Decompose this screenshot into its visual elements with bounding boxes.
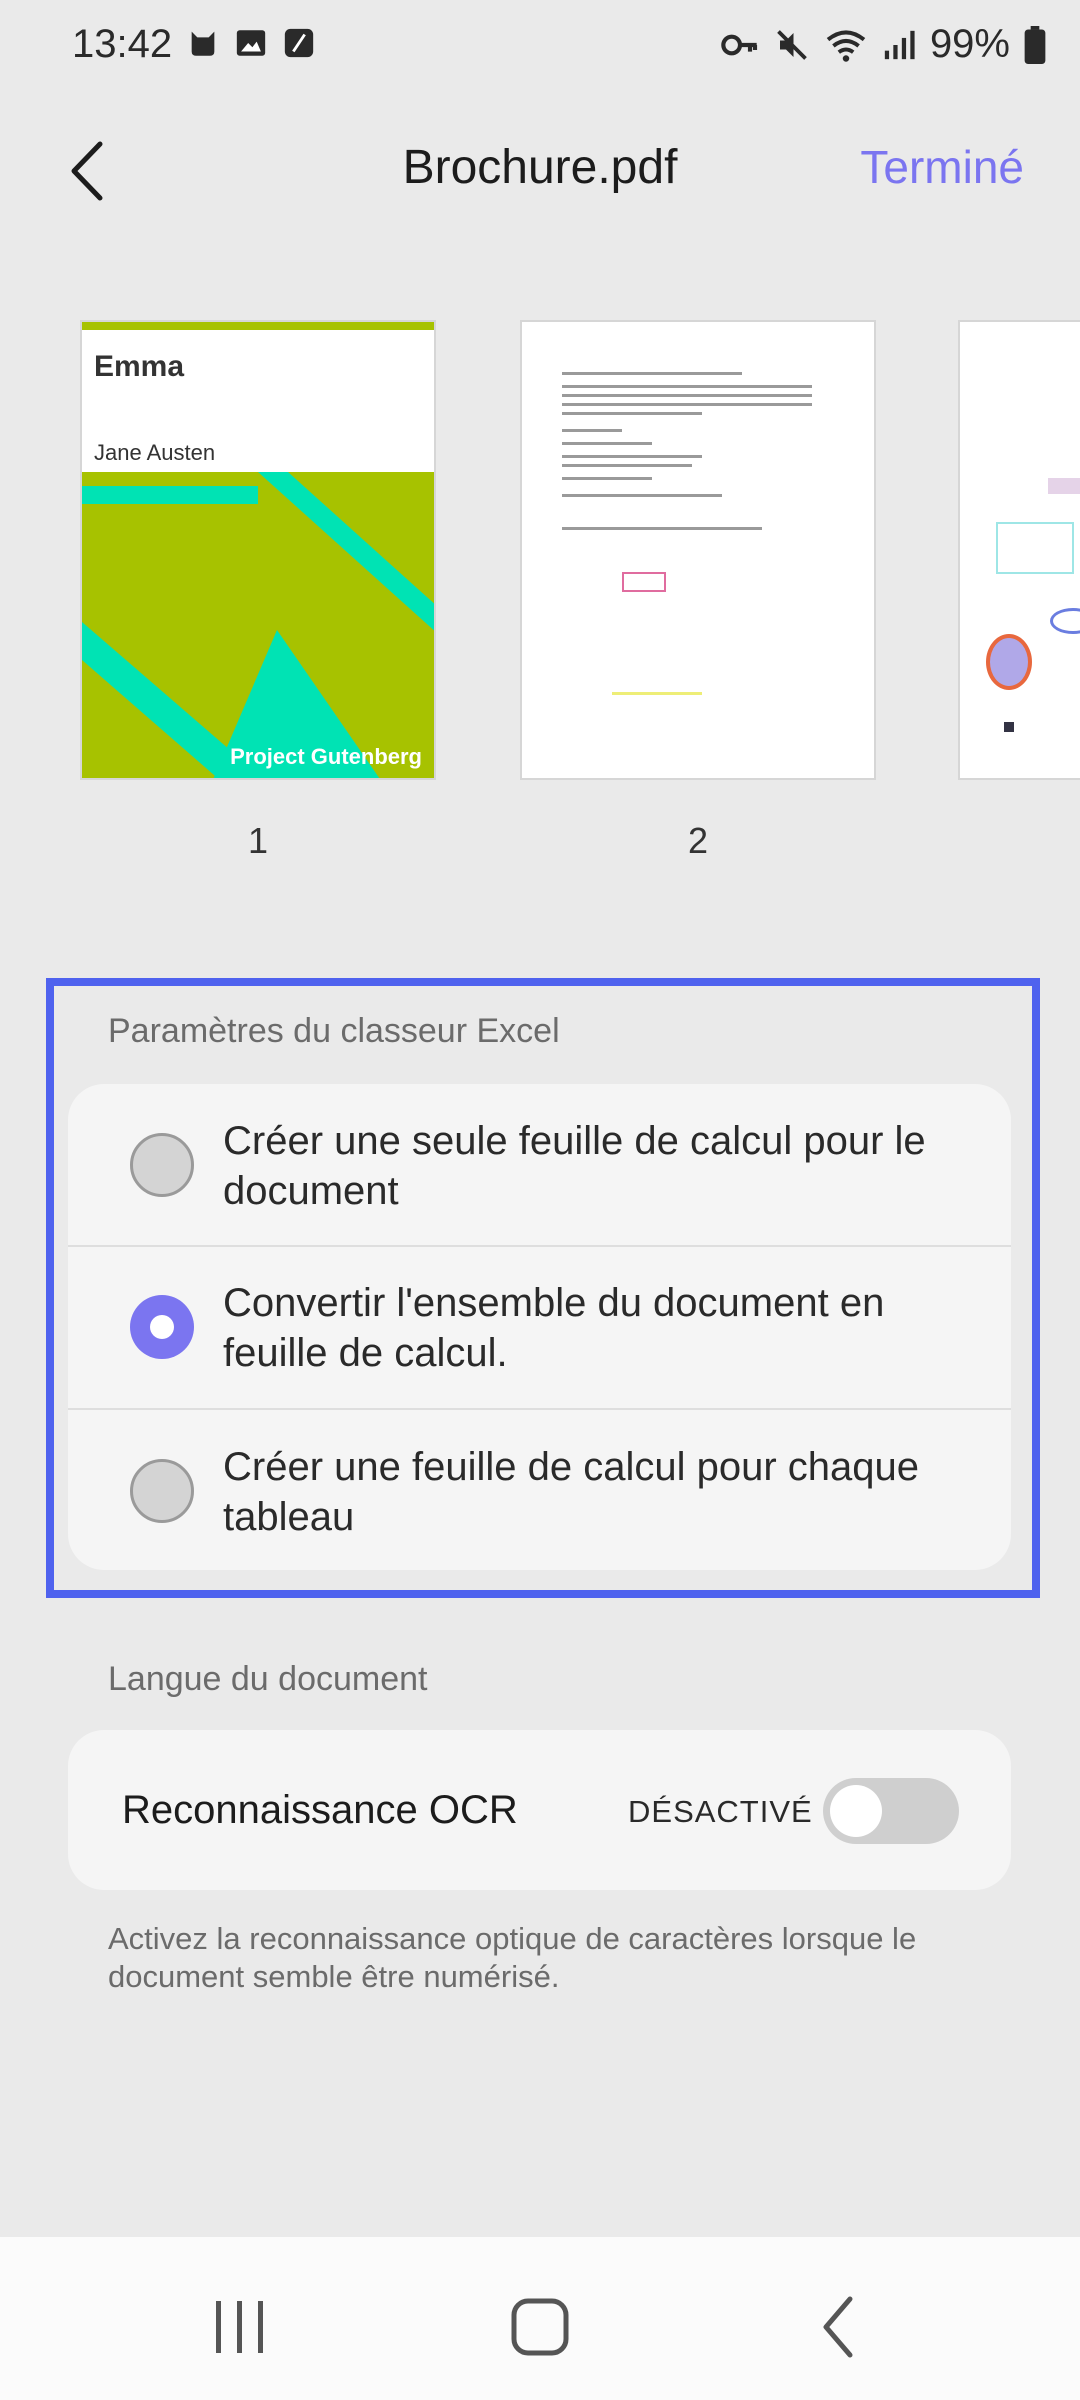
radio-convert-whole-document[interactable] bbox=[130, 1295, 194, 1359]
option-sheet-per-table-label: Créer une feuille de calcul pour chaque … bbox=[223, 1445, 919, 1539]
feather-icon bbox=[284, 28, 314, 58]
back-nav-icon[interactable] bbox=[800, 2287, 880, 2367]
system-icons: 99% bbox=[720, 22, 1046, 67]
wifi-icon bbox=[826, 29, 866, 62]
excel-options-card: Créer une seule feuille de calcul pour l… bbox=[68, 1084, 1011, 1570]
radio-sheet-per-table[interactable] bbox=[130, 1459, 194, 1523]
page-number-2: 2 bbox=[687, 820, 709, 861]
ocr-state-label: DÉSACTIVÉ bbox=[628, 1794, 813, 1829]
mute-icon bbox=[777, 29, 807, 60]
status-time: 13:42 bbox=[72, 22, 173, 66]
page-thumbnail-1[interactable]: Emma Jane Austen Project Gutenberg bbox=[80, 320, 436, 780]
signal-icon bbox=[884, 30, 915, 59]
battery-percentage: 99% bbox=[929, 22, 1010, 66]
notification-icons bbox=[186, 26, 316, 60]
cover-header: Emma Jane Austen bbox=[82, 322, 434, 472]
page-shape bbox=[1004, 722, 1014, 732]
key-icon bbox=[721, 34, 758, 55]
navigation-bar bbox=[0, 2237, 1080, 2400]
cover-author: Jane Austen bbox=[94, 440, 216, 465]
page-thumbnail-3[interactable] bbox=[958, 320, 1080, 780]
cat-icon bbox=[191, 31, 215, 56]
excel-settings-label: Paramètres du classeur Excel bbox=[108, 1012, 560, 1050]
page-shape bbox=[1050, 608, 1080, 634]
cover-shapes bbox=[82, 472, 434, 778]
page-thumbnail-2[interactable] bbox=[520, 320, 876, 780]
battery-icon bbox=[1024, 25, 1046, 64]
option-convert-whole-document[interactable]: Convertir l'ensemble du document en feui… bbox=[68, 1247, 1011, 1409]
radio-single-sheet[interactable] bbox=[130, 1133, 194, 1197]
ocr-label: Reconnaissance OCR bbox=[122, 1788, 518, 1832]
cover-title: Emma bbox=[94, 350, 185, 383]
ocr-toggle[interactable] bbox=[823, 1778, 959, 1844]
home-icon[interactable] bbox=[500, 2287, 580, 2367]
option-convert-whole-document-label: Convertir l'ensemble du document en feui… bbox=[223, 1281, 885, 1375]
page-shape bbox=[986, 634, 1032, 690]
ocr-help-text: Activez la reconnaissance optique de car… bbox=[108, 1921, 917, 1994]
page-image-box bbox=[622, 572, 666, 592]
image-icon bbox=[236, 30, 266, 56]
page-text-preview bbox=[562, 372, 822, 536]
ocr-toggle-knob bbox=[830, 1785, 882, 1837]
cover-publisher: Project Gutenberg bbox=[230, 744, 422, 769]
cover-artwork: Project Gutenberg bbox=[82, 472, 434, 778]
page-footer-line bbox=[612, 692, 702, 695]
option-sheet-per-table[interactable]: Créer une feuille de calcul pour chaque … bbox=[68, 1410, 1011, 1570]
page-thumbnails[interactable]: Emma Jane Austen Project Gutenberg 1 2 bbox=[0, 320, 1080, 880]
status-bar: 13:42 99% bbox=[0, 0, 1080, 90]
page-number-1: 1 bbox=[247, 820, 269, 861]
done-button[interactable]: Terminé bbox=[860, 140, 1024, 194]
language-section-label: Langue du document bbox=[108, 1660, 428, 1698]
option-single-sheet[interactable]: Créer une seule feuille de calcul pour l… bbox=[68, 1084, 1011, 1246]
recent-apps-icon[interactable] bbox=[200, 2287, 280, 2367]
page-shape bbox=[996, 522, 1074, 574]
option-single-sheet-label: Créer une seule feuille de calcul pour l… bbox=[223, 1119, 926, 1213]
app-header: Brochure.pdf Terminé bbox=[0, 100, 1080, 240]
page-shape bbox=[1048, 478, 1080, 494]
